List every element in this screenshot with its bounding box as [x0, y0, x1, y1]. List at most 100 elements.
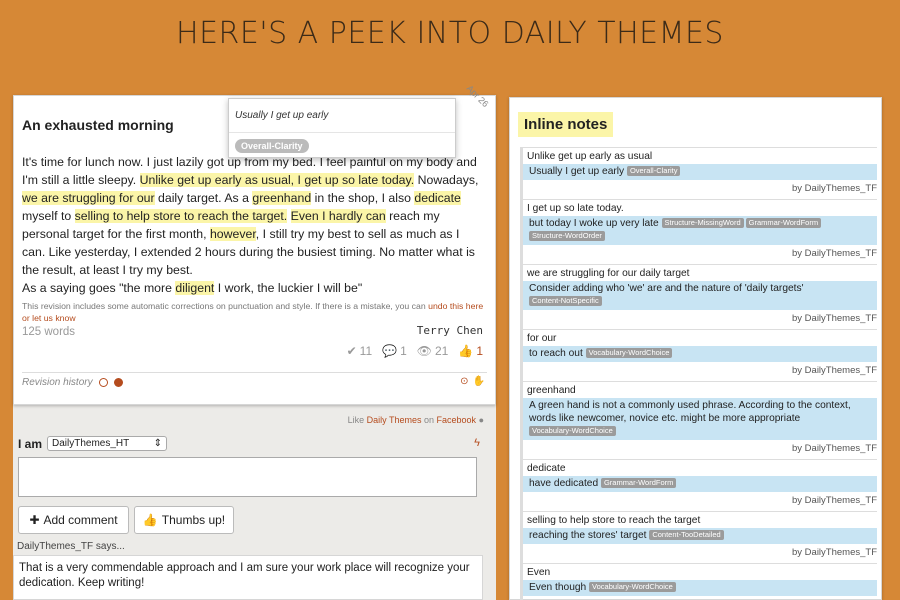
- note-correction: to reach out Vocabulary-WordChoice: [523, 346, 877, 362]
- thumbs-up-icon: 👍: [458, 344, 474, 358]
- note-correction: but today I woke up very late Structure-…: [523, 216, 877, 245]
- note-author: by DailyThemes_TF: [792, 248, 877, 259]
- essay-text: in the shop, I also: [311, 191, 415, 205]
- essay-text: myself to: [22, 209, 75, 223]
- check-icon: ✔: [346, 344, 357, 358]
- chevron-down-icon: ⇕: [153, 438, 163, 449]
- essay-card: An exhausted morning Apr 26 It's time fo…: [13, 83, 496, 405]
- inline-note-item[interactable]: Unlike get up early as usual Usually I ge…: [520, 147, 877, 199]
- comment-text: That is a very commendable approach and …: [19, 562, 470, 589]
- inline-note-item[interactable]: we are struggling for our daily target Co…: [520, 264, 877, 329]
- identity-select[interactable]: DailyThemes_HT ⇕: [47, 436, 168, 451]
- comment-input[interactable]: [18, 457, 477, 497]
- thumbs-up-button[interactable]: 👍 Thumbs up!: [134, 506, 234, 534]
- note-author: by DailyThemes_TF: [527, 596, 877, 600]
- thumbs-up-icon: 👍: [142, 513, 158, 527]
- note-correction: Consider adding who 'we' are and the nat…: [523, 281, 877, 310]
- inline-note-item[interactable]: dedicate have dedicated Grammar-WordForm b…: [520, 459, 877, 511]
- clock-icon[interactable]: ⊙: [460, 376, 468, 387]
- daily-themes-link[interactable]: Daily Themes: [367, 415, 422, 425]
- note-popup: Usually I get up early Overall-Clarity: [228, 98, 456, 158]
- add-comment-button[interactable]: ✚ Add comment: [18, 506, 129, 534]
- comment-author: DailyThemes_TF says...: [17, 541, 125, 552]
- stats-bar: ✔ 11 💬 1 👁 21 👍 1: [347, 344, 483, 358]
- eye-icon: 👁: [416, 344, 432, 358]
- note-correction-text: reaching the stores' target: [529, 530, 650, 541]
- comments-icon: 💬: [382, 344, 398, 358]
- highlighted-phrase[interactable]: diligent: [175, 281, 215, 295]
- note-correction-text: A green hand is not a commonly used phra…: [529, 400, 851, 424]
- note-original: Even: [527, 567, 551, 578]
- hand-icon[interactable]: ✋: [473, 376, 485, 387]
- comment-count[interactable]: 💬 1: [382, 344, 407, 358]
- author-name: Terry Chen: [416, 324, 483, 337]
- note-correction-text: to reach out: [529, 348, 586, 359]
- essay-text: I work, the luckier I will be": [214, 281, 363, 295]
- revision-note-text: This revision includes some automatic co…: [22, 301, 429, 311]
- highlighted-phrase[interactable]: dedicate: [414, 191, 461, 205]
- inline-note-item[interactable]: EvenEven though Vocabulary-WordChoiceby …: [520, 563, 877, 600]
- revision-dot-2[interactable]: [113, 378, 123, 387]
- inline-note-item[interactable]: for our to reach out Vocabulary-WordChoic…: [520, 329, 877, 381]
- popup-text: Usually I get up early: [235, 110, 329, 121]
- highlighted-phrase[interactable]: we are struggling for our: [22, 191, 155, 205]
- note-correction: Even though Vocabulary-WordChoice: [523, 580, 877, 596]
- note-tag: Grammar-WordForm: [745, 218, 822, 228]
- info-icon: ●: [478, 415, 484, 425]
- note-original: we are struggling for our daily target: [527, 268, 690, 279]
- iam-label: I am: [18, 436, 43, 451]
- inline-note-item[interactable]: I get up so late today. but today I woke …: [520, 199, 877, 264]
- note-correction: have dedicated Grammar-WordForm: [523, 476, 877, 492]
- inline-notes-list: Unlike get up early as usual Usually I ge…: [520, 147, 877, 600]
- popup-tag: Overall-Clarity: [235, 139, 309, 153]
- view-count: 👁 21: [416, 344, 449, 358]
- note-tag: Vocabulary-WordChoice: [589, 582, 676, 592]
- note-author: by DailyThemes_TF: [792, 443, 877, 454]
- note-tag: Content-TooDetailed: [649, 530, 724, 540]
- revision-dot-1[interactable]: [98, 378, 108, 387]
- note-original: dedicate: [527, 463, 566, 474]
- essay-text: daily target. As a: [154, 191, 253, 205]
- date-tag: Apr 26: [465, 83, 491, 110]
- plus-icon: ✚: [29, 513, 40, 527]
- note-author: by DailyThemes_TF: [792, 365, 877, 376]
- like-count[interactable]: 👍 1: [458, 344, 483, 358]
- note-tag: Overall-Clarity: [626, 166, 681, 176]
- facebook-like-line: Like Daily Themes on Facebook ●: [347, 415, 484, 425]
- note-correction-text: Consider adding who 'we' are and the nat…: [529, 283, 804, 294]
- note-author: by DailyThemes_TF: [792, 495, 877, 506]
- comment-card: That is a very commendable approach and …: [13, 555, 483, 600]
- note-correction-text: have dedicated: [529, 478, 601, 489]
- note-correction-text: but today I woke up very late: [529, 218, 662, 229]
- highlighted-phrase[interactable]: Unlike get up early as usual, I get up s…: [139, 173, 415, 187]
- note-original: selling to help store to reach the targe…: [527, 515, 701, 526]
- essay-title: An exhausted morning: [22, 117, 174, 133]
- highlighted-phrase[interactable]: greenhand: [252, 191, 312, 205]
- left-column: An exhausted morning Apr 26 It's time fo…: [13, 83, 496, 600]
- note-author: by DailyThemes_TF: [792, 547, 877, 558]
- essay-body: It's time for lunch now. I just lazily g…: [22, 153, 482, 297]
- revision-history-label: Revision history: [22, 377, 93, 388]
- essay-text: As a saying goes "the more: [22, 281, 176, 295]
- note-tag: Structure-MissingWord: [661, 218, 744, 228]
- facebook-link[interactable]: Facebook: [437, 415, 477, 425]
- inline-notes-title: Inline notes: [518, 112, 614, 137]
- lightning-icon[interactable]: ϟ: [474, 437, 480, 449]
- revision-note: This revision includes some automatic co…: [22, 300, 487, 324]
- highlighted-phrase[interactable]: Even I hardly can: [290, 209, 386, 223]
- note-tag: Structure-WordOrder: [529, 231, 605, 241]
- inline-note-item[interactable]: selling to help store to reach the targe…: [520, 511, 877, 563]
- note-original: I get up so late today.: [527, 203, 624, 214]
- note-correction-text: Even though: [529, 582, 590, 593]
- inline-notes-panel: Inline notes Unlike get up early as usua…: [509, 97, 882, 600]
- inline-note-item[interactable]: greenhand A green hand is not a commonly …: [520, 381, 877, 459]
- note-tag: Vocabulary-WordChoice: [585, 348, 673, 358]
- note-original: Unlike get up early as usual: [527, 151, 653, 162]
- highlighted-phrase[interactable]: however: [209, 227, 256, 241]
- page-headline: HERE'S A PEEK INTO DAILY THEMES: [176, 16, 724, 51]
- check-count[interactable]: ✔ 11: [347, 344, 373, 358]
- essay-text: Nowadays,: [414, 173, 479, 187]
- note-original: for our: [527, 333, 557, 344]
- note-author: by DailyThemes_TF: [792, 183, 877, 194]
- highlighted-phrase[interactable]: selling to help store to reach the targe…: [74, 209, 288, 223]
